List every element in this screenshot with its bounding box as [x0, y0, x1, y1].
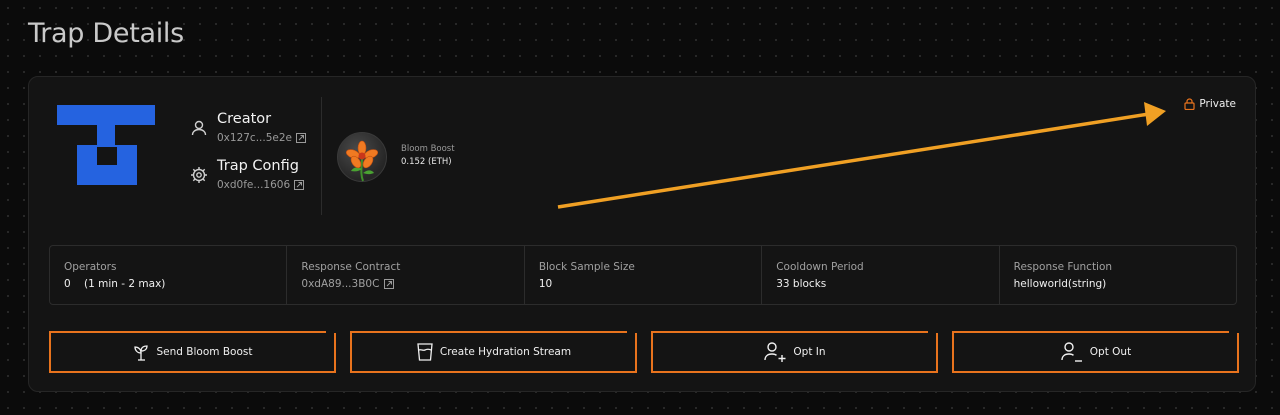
external-link-icon[interactable]	[294, 180, 305, 190]
send-bloom-boost-button[interactable]: Send Bloom Boost	[49, 331, 336, 373]
opt-out-button[interactable]: Opt Out	[952, 331, 1239, 373]
stat-label: Block Sample Size	[538, 261, 635, 273]
creator-address: 0x127c...5e2e	[217, 132, 293, 144]
user-icon	[189, 118, 211, 140]
stat-value: helloworld(string)	[1013, 278, 1107, 290]
stat-response-contract: Response Contract 0xdA89...3B0C	[287, 246, 525, 304]
bloom-boost-label: Bloom Boost	[401, 144, 455, 154]
private-label: Private	[1199, 98, 1236, 110]
gear-icon	[189, 165, 211, 187]
stat-response-function: Response Function helloworld(string)	[1000, 246, 1236, 304]
creator-row: Creator 0x127c...5e2e	[189, 111, 307, 144]
stat-value: 0xdA89...3B0C	[301, 278, 380, 290]
sprout-icon	[133, 345, 148, 361]
trap-logo	[57, 105, 155, 185]
stat-value: 33 blocks	[776, 278, 827, 290]
trap-config-label: Trap Config	[217, 158, 299, 174]
user-plus-icon	[764, 342, 786, 362]
stat-operators: Operators 0 (1 min - 2 max)	[50, 246, 288, 304]
annotation-arrow	[557, 102, 1166, 209]
bloom-boost-value: 0.152 (ETH)	[401, 157, 452, 167]
button-label: Opt In	[793, 346, 826, 358]
trap-stats-table: Operators 0 (1 min - 2 max) Response Con…	[49, 245, 1237, 305]
trap-config-address: 0xd0fe...1606	[217, 179, 291, 191]
response-contract-link[interactable]: 0xdA89...3B0C	[301, 278, 509, 290]
external-link-icon[interactable]	[296, 133, 307, 143]
button-label: Create Hydration Stream	[439, 346, 572, 358]
user-minus-icon	[1061, 342, 1082, 362]
creator-address-link[interactable]: 0x127c...5e2e	[217, 132, 307, 144]
stat-value: 10	[538, 278, 553, 290]
creator-label: Creator	[217, 111, 272, 127]
button-label: Send Bloom Boost	[156, 346, 253, 358]
trap-meta: Creator 0x127c...5e2e Trap Config 0xd0fe…	[189, 111, 307, 205]
stat-value: 0 (1 min - 2 max)	[64, 278, 166, 290]
trap-config-address-link[interactable]: 0xd0fe...1606	[217, 179, 305, 191]
trap-details-card: Creator 0x127c...5e2e Trap Config 0xd0fe…	[28, 76, 1256, 392]
stat-label: Response Contract	[301, 261, 401, 273]
external-link-icon[interactable]	[384, 279, 395, 289]
private-badge: Private	[1184, 98, 1236, 110]
page-title: Trap Details	[28, 18, 184, 49]
stat-cooldown-period: Cooldown Period 33 blocks	[762, 246, 1000, 304]
button-label: Opt Out	[1089, 346, 1132, 358]
bloom-flower-icon	[337, 132, 387, 182]
create-hydration-stream-button[interactable]: Create Hydration Stream	[350, 331, 637, 373]
stat-block-sample-size: Block Sample Size 10	[525, 246, 763, 304]
vertical-divider	[321, 97, 322, 215]
trap-config-row: Trap Config 0xd0fe...1606	[189, 158, 306, 191]
stat-label: Response Function	[1013, 261, 1113, 273]
opt-in-button[interactable]: Opt In	[651, 331, 938, 373]
action-buttons: Send Bloom Boost Create Hydration Stream…	[49, 331, 1239, 373]
stat-label: Cooldown Period	[776, 261, 864, 273]
water-glass-icon	[417, 343, 433, 361]
stat-label: Operators	[64, 261, 117, 273]
